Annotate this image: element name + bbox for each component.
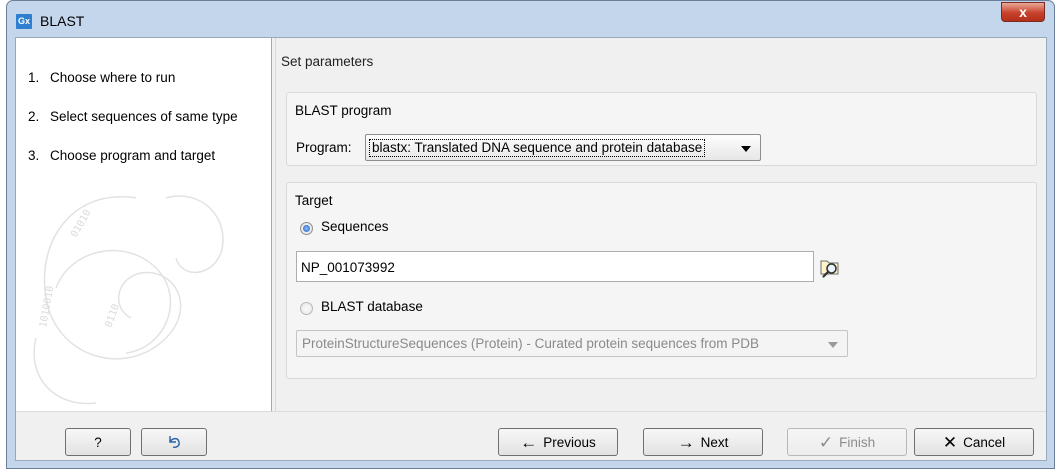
arrow-left-icon: ← xyxy=(520,432,538,452)
step-label: Choose where to run xyxy=(50,70,176,85)
wizard-step-3: 3. Choose program and target xyxy=(28,146,263,165)
database-selected-value: ProteinStructureSequences (Protein) - Cu… xyxy=(302,336,759,351)
next-label: Next xyxy=(700,434,729,450)
close-icon: x xyxy=(1019,4,1027,20)
wizard-step-2: 2. Select sequences of same type xyxy=(28,107,263,126)
chevron-down-icon xyxy=(828,342,838,348)
decorative-spiral-watermark: 01010 1010010 0110 xyxy=(33,195,224,405)
app-logo-icon: Gx xyxy=(16,14,32,29)
target-group-label: Target xyxy=(295,193,333,208)
checkmark-icon: ✓ xyxy=(818,432,834,452)
previous-label: Previous xyxy=(543,434,596,450)
sequence-input-value: NP_001073992 xyxy=(301,260,395,275)
sequence-input[interactable]: NP_001073992 xyxy=(296,251,814,282)
blast-database-select[interactable]: ProteinStructureSequences (Protein) - Cu… xyxy=(296,330,848,357)
help-label: ? xyxy=(94,434,102,450)
next-button[interactable]: → Next xyxy=(643,428,763,456)
wizard-steps-panel: 1. Choose where to run 2. Select sequenc… xyxy=(16,38,272,411)
close-button[interactable]: x xyxy=(1001,2,1045,22)
program-label: Program: xyxy=(296,140,352,155)
svg-text:01010: 01010 xyxy=(69,208,94,240)
chevron-down-icon xyxy=(741,146,751,152)
blast-program-group-label: BLAST program xyxy=(295,103,392,118)
step-number: 3. xyxy=(28,148,40,163)
target-group: Target Sequences NP_001073992 BLAST data… xyxy=(286,182,1037,379)
cancel-button[interactable]: ✕ Cancel xyxy=(914,428,1034,456)
blast-database-radio-label[interactable]: BLAST database xyxy=(321,299,423,314)
program-select[interactable]: blastx: Translated DNA sequence and prot… xyxy=(365,134,761,161)
blast-dialog-window: Gx BLAST x 1. Choose where to run 2. Sel… xyxy=(6,0,1055,469)
wizard-steps-list: 1. Choose where to run 2. Select sequenc… xyxy=(28,68,263,185)
program-selected-value: blastx: Translated DNA sequence and prot… xyxy=(369,139,706,157)
step-number: 2. xyxy=(28,109,40,124)
browse-folder-icon[interactable] xyxy=(818,255,842,279)
reset-button[interactable] xyxy=(141,428,207,456)
step-label: Select sequences of same type xyxy=(50,109,238,124)
wizard-step-1: 1. Choose where to run xyxy=(28,68,263,87)
finish-button[interactable]: ✓ Finish xyxy=(787,428,907,456)
step-label: Choose program and target xyxy=(50,148,216,163)
close-icon: ✕ xyxy=(942,432,958,452)
sequences-radio[interactable] xyxy=(300,222,313,235)
svg-text:0110: 0110 xyxy=(103,303,122,329)
step-number: 1. xyxy=(28,70,40,85)
sequences-radio-label[interactable]: Sequences xyxy=(321,219,389,234)
parameters-panel: Set parameters BLAST program Program: bl… xyxy=(275,38,1047,411)
blast-program-group: BLAST program Program: blastx: Translate… xyxy=(286,92,1037,166)
help-button[interactable]: ? xyxy=(65,428,131,456)
window-title: BLAST xyxy=(40,13,85,29)
dialog-body: 1. Choose where to run 2. Select sequenc… xyxy=(15,37,1047,461)
finish-label: Finish xyxy=(839,434,876,450)
wizard-button-bar: ? ← Previous → Next ✓ Finish ✕ Cancel xyxy=(16,411,1046,461)
previous-button[interactable]: ← Previous xyxy=(498,428,618,456)
cancel-label: Cancel xyxy=(963,434,1006,450)
title-bar: Gx BLAST x xyxy=(7,1,1054,37)
blast-database-radio[interactable] xyxy=(300,302,313,315)
page-title: Set parameters xyxy=(281,54,374,69)
arrow-right-icon: → xyxy=(677,432,695,452)
undo-arrow-icon xyxy=(169,436,180,448)
